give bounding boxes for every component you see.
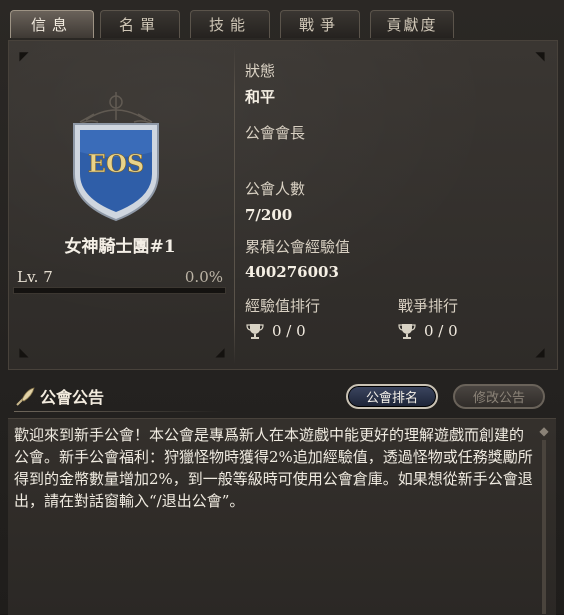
tab-info[interactable]: 信息 — [10, 10, 94, 38]
corner-ornament — [18, 346, 30, 358]
announcement-scrollbar[interactable] — [542, 440, 546, 614]
corner-ornament — [534, 346, 546, 358]
corner-ornament — [18, 50, 30, 62]
tab-skills[interactable]: 技能 — [190, 10, 270, 38]
tab-war[interactable]: 戰爭 — [280, 10, 360, 38]
edit-announcement-button[interactable]: 修改公告 — [453, 384, 545, 409]
members-value: 7/200 — [245, 206, 293, 224]
guild-emblem: EOS — [66, 92, 166, 222]
panel-divider — [234, 46, 235, 364]
exp-rank-label: 經驗值排行 — [245, 297, 321, 315]
scroll-up-icon[interactable]: ◆ — [537, 424, 551, 438]
announcement-underline — [14, 411, 224, 412]
shield-icon: EOS — [73, 92, 159, 222]
tab-roster[interactable]: 名單 — [100, 10, 180, 38]
status-label: 狀態 — [245, 62, 276, 80]
tab-contribution[interactable]: 貢獻度 — [370, 10, 454, 38]
leader-label: 公會會長 — [245, 124, 306, 142]
announcement-text: 歡迎來到新手公會！本公會是專爲新人在本遊戲中能更好的理解遊戲而創建的公會。新手公… — [14, 426, 533, 510]
corner-ornament — [534, 50, 546, 62]
status-value: 和平 — [245, 88, 276, 106]
guild-level: Lv. 7 — [17, 268, 53, 286]
guild-exp-percent: 0.0% — [184, 268, 223, 286]
war-rank-value: 0 / 0 — [424, 322, 458, 340]
guild-exp-bar — [13, 287, 226, 294]
exp-total-label: 累積公會經驗值 — [245, 238, 351, 256]
exp-total-value: 400276003 — [245, 263, 339, 281]
members-label: 公會人數 — [245, 180, 306, 198]
exp-rank-value: 0 / 0 — [272, 322, 306, 340]
war-rank-label: 戰爭排行 — [398, 297, 459, 315]
quill-icon — [16, 387, 35, 406]
guild-name: 女神騎士團#1 — [64, 237, 176, 257]
announcement-title: 公會公告 — [40, 388, 105, 407]
corner-ornament — [214, 346, 226, 358]
exp-rank-row: 0 / 0 — [246, 322, 306, 340]
guild-ranking-button[interactable]: 公會排名 — [346, 384, 438, 409]
war-rank-row: 0 / 0 — [398, 322, 458, 340]
emblem-text: EOS — [88, 149, 145, 178]
trophy-icon — [246, 324, 264, 339]
trophy-icon — [398, 324, 416, 339]
